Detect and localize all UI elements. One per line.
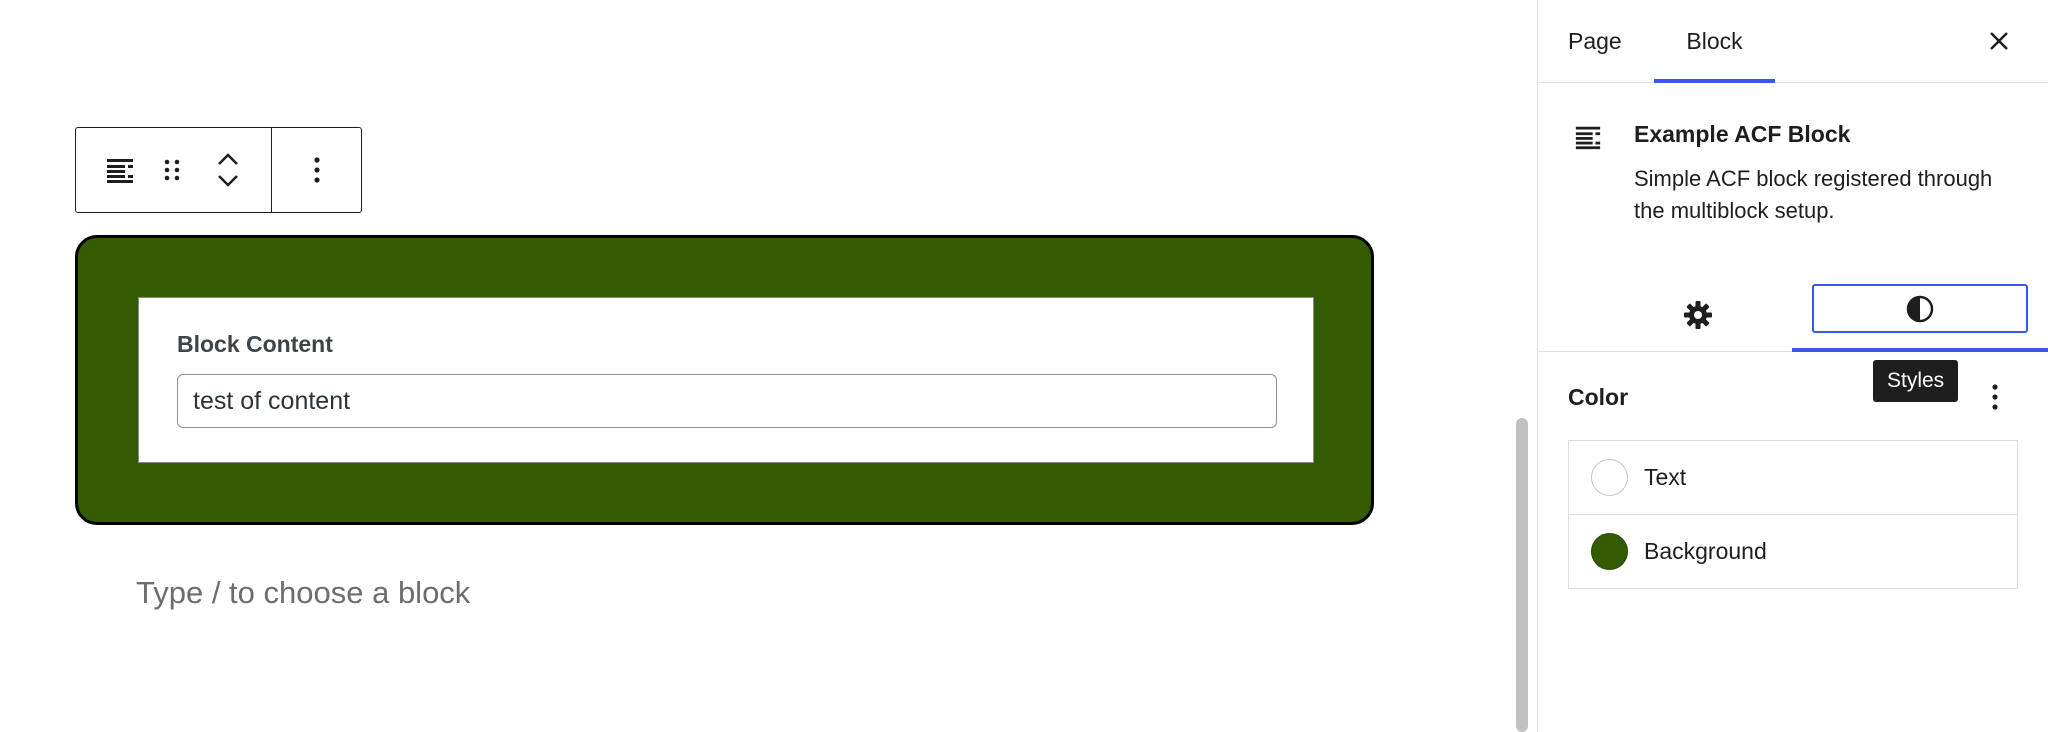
- close-sidebar-button[interactable]: [1978, 20, 2020, 62]
- block-content-input[interactable]: [177, 374, 1277, 428]
- inspector-tabs: [1538, 268, 2048, 352]
- drag-handle-icon: [164, 159, 180, 181]
- color-options-button[interactable]: [1974, 376, 2016, 418]
- block-toolbar: [75, 127, 362, 213]
- color-panel-heading: Color: [1568, 384, 1629, 410]
- tab-settings[interactable]: [1668, 290, 1728, 340]
- block-card-description: Simple ACF block registered through the …: [1634, 166, 1993, 223]
- block-card: Example ACF Block Simple ACF block regis…: [1538, 83, 2048, 268]
- block-card-title: Example ACF Block: [1634, 121, 1851, 147]
- acf-block[interactable]: Block Content: [75, 235, 1374, 525]
- chevron-up-icon[interactable]: [216, 152, 240, 166]
- drag-handle-button[interactable]: [152, 128, 192, 212]
- background-color-swatch: [1591, 532, 1628, 570]
- block-appender-placeholder[interactable]: Type / to choose a block: [136, 575, 470, 611]
- close-icon: [1990, 32, 2008, 50]
- active-inspector-tab-indicator: [1792, 348, 2048, 352]
- move-buttons: [206, 128, 250, 212]
- sidebar-tabs: Page Block: [1538, 0, 2048, 83]
- contrast-icon: [1906, 295, 1934, 322]
- canvas-scrollbar-thumb[interactable]: [1516, 418, 1528, 732]
- block-layout-icon: [107, 159, 133, 183]
- color-settings-list: Text Background: [1568, 440, 2018, 589]
- chevron-down-icon[interactable]: [216, 174, 240, 188]
- tab-page[interactable]: Page: [1568, 0, 1622, 83]
- editor-canvas: Block Content Type / to choose a block: [0, 0, 1508, 732]
- block-type-button[interactable]: [98, 128, 142, 212]
- color-item-label: Background: [1644, 537, 1767, 564]
- block-toolbar-main-group: [76, 128, 272, 212]
- tab-styles[interactable]: [1812, 284, 2028, 333]
- color-item-text[interactable]: Text: [1569, 441, 2017, 514]
- more-vertical-icon: [313, 157, 320, 183]
- color-item-background[interactable]: Background: [1569, 514, 2017, 587]
- color-item-label: Text: [1644, 464, 1687, 490]
- more-vertical-icon: [1992, 384, 1998, 410]
- styles-tooltip: Styles: [1873, 360, 1959, 402]
- settings-sidebar: Page Block Example ACF Block Simple ACF …: [1538, 0, 2048, 732]
- acf-fields-panel: Block Content: [138, 297, 1314, 463]
- text-color-swatch: [1591, 459, 1628, 496]
- gear-icon: [1684, 301, 1712, 329]
- block-content-label: Block Content: [177, 331, 333, 357]
- block-layout-icon: [1575, 126, 1601, 150]
- block-options-button[interactable]: [272, 128, 361, 212]
- tab-block[interactable]: Block: [1654, 0, 1775, 83]
